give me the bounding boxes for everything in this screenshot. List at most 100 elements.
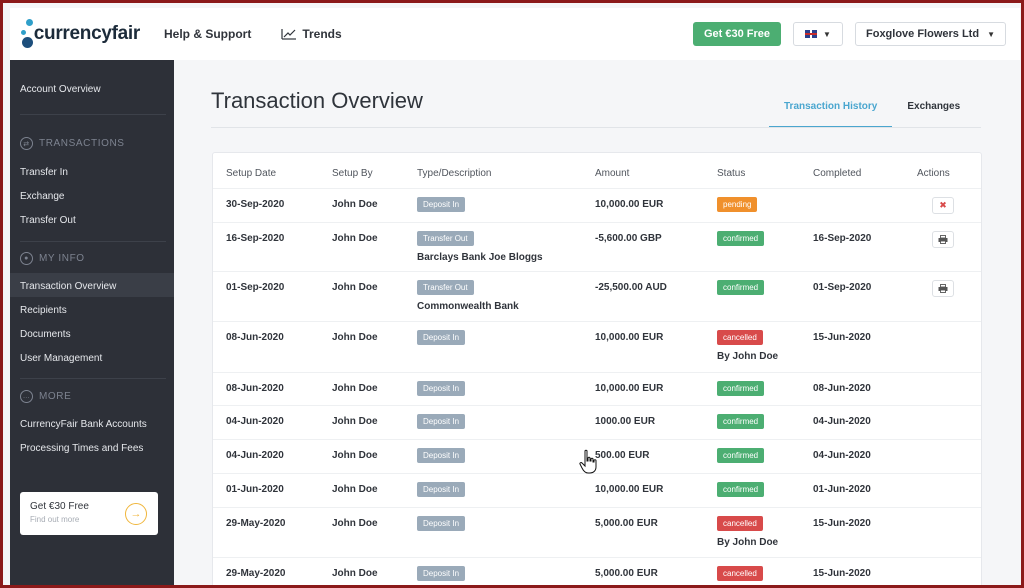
trends-label: Trends bbox=[302, 27, 342, 41]
promo-subtitle: Find out more bbox=[30, 515, 80, 524]
print-button[interactable] bbox=[932, 231, 954, 248]
type-tag: Deposit In bbox=[417, 414, 466, 429]
promo-card[interactable]: Get €30 Free Find out more → bbox=[20, 492, 158, 535]
sidebar-item-user-management[interactable]: User Management bbox=[20, 353, 102, 364]
amount: 10,000.00 EUR bbox=[595, 199, 664, 210]
col-header-setup-by[interactable]: Setup By bbox=[332, 168, 373, 179]
amount: 10,000.00 EUR bbox=[595, 484, 664, 495]
status-note: By John Doe bbox=[717, 351, 779, 362]
cancel-button[interactable]: ✖ bbox=[932, 197, 954, 214]
setup-date: 04-Jun-2020 bbox=[226, 416, 284, 427]
table-row: 08-Jun-2020 John Doe Deposit In 10,000.00 E… bbox=[213, 321, 981, 372]
setup-date: 29-May-2020 bbox=[226, 568, 286, 579]
sidebar-item-processing-times[interactable]: Processing Times and Fees bbox=[20, 443, 143, 454]
tabs: Transaction History Exchanges bbox=[769, 93, 975, 128]
setup-date: 16-Sep-2020 bbox=[226, 233, 285, 244]
sidebar-section-my-info: ● MY INFO bbox=[20, 252, 85, 265]
setup-by: John Doe bbox=[332, 233, 378, 244]
help-support-link[interactable]: Help & Support bbox=[164, 27, 251, 41]
completed-date: 04-Jun-2020 bbox=[813, 416, 871, 427]
setup-date: 29-May-2020 bbox=[226, 518, 286, 529]
page-title: Transaction Overview bbox=[211, 88, 423, 113]
amount: 5,000.00 EUR bbox=[595, 518, 658, 529]
sidebar-section-transactions: ⇄ TRANSACTIONS bbox=[20, 137, 125, 150]
setup-by: John Doe bbox=[332, 383, 378, 394]
setup-date: 08-Jun-2020 bbox=[226, 383, 284, 394]
type-tag: Deposit In bbox=[417, 197, 466, 212]
setup-by: John Doe bbox=[332, 484, 378, 495]
arrow-right-icon[interactable]: → bbox=[125, 503, 147, 525]
completed-date: 15-Jun-2020 bbox=[813, 568, 871, 579]
status-badge: cancelled bbox=[717, 566, 763, 581]
print-button[interactable] bbox=[932, 280, 954, 297]
status-badge: confirmed bbox=[717, 231, 765, 246]
logo[interactable]: currencyfair bbox=[20, 17, 140, 51]
amount: 500.00 EUR bbox=[595, 450, 650, 461]
uk-flag-icon bbox=[805, 30, 818, 38]
sidebar: Account Overview ⇄ TRANSACTIONS Transfer… bbox=[10, 60, 174, 585]
setup-date: 01-Jun-2020 bbox=[226, 484, 284, 495]
amount: -25,500.00 AUD bbox=[595, 282, 667, 293]
tab-transaction-history[interactable]: Transaction History bbox=[769, 93, 893, 128]
trends-link[interactable]: Trends bbox=[281, 27, 342, 41]
tab-exchanges[interactable]: Exchanges bbox=[892, 93, 975, 128]
company-select[interactable]: Foxglove Flowers Ltd ▼ bbox=[855, 22, 1006, 46]
type-tag: Deposit In bbox=[417, 330, 466, 345]
status-badge: cancelled bbox=[717, 330, 763, 345]
col-header-setup-date[interactable]: Setup Date bbox=[226, 168, 276, 179]
type-tag: Deposit In bbox=[417, 482, 466, 497]
sidebar-item-account-overview[interactable]: Account Overview bbox=[20, 84, 101, 95]
transactions-table: Setup Date Setup By Type/Description Amo… bbox=[212, 152, 982, 585]
table-row: 29-May-2020 John Doe Deposit In 5,000.00 EU… bbox=[213, 507, 981, 557]
sidebar-item-exchange[interactable]: Exchange bbox=[20, 191, 64, 202]
section-label: MORE bbox=[39, 391, 72, 402]
section-label: TRANSACTIONS bbox=[39, 138, 125, 149]
amount: 5,000.00 EUR bbox=[595, 568, 658, 579]
amount: -5,600.00 GBP bbox=[595, 233, 662, 244]
app-window: currencyfair Help & Support Trends Get €… bbox=[0, 0, 1024, 588]
sidebar-item-transfer-in[interactable]: Transfer In bbox=[20, 167, 68, 178]
top-right-controls: Get €30 Free ▼ Foxglove Flowers Ltd ▼ bbox=[692, 22, 1006, 46]
amount: 10,000.00 EUR bbox=[595, 332, 664, 343]
status-badge: confirmed bbox=[717, 280, 765, 295]
setup-by: John Doe bbox=[332, 568, 378, 579]
completed-date: 15-Jun-2020 bbox=[813, 332, 871, 343]
col-header-status[interactable]: Status bbox=[717, 168, 745, 179]
type-description: Commonwealth Bank bbox=[417, 301, 519, 312]
setup-by: John Doe bbox=[332, 282, 378, 293]
sidebar-divider bbox=[20, 114, 166, 115]
transactions-icon: ⇄ bbox=[20, 137, 33, 150]
sidebar-divider bbox=[20, 378, 166, 379]
setup-date: 08-Jun-2020 bbox=[226, 332, 284, 343]
sidebar-item-bank-accounts[interactable]: CurrencyFair Bank Accounts bbox=[20, 419, 147, 430]
sidebar-item-transaction-overview[interactable]: Transaction Overview bbox=[20, 281, 116, 292]
setup-by: John Doe bbox=[332, 332, 378, 343]
help-support-label: Help & Support bbox=[164, 27, 252, 41]
col-header-completed[interactable]: Completed bbox=[813, 168, 861, 179]
col-header-type[interactable]: Type/Description bbox=[417, 168, 491, 179]
status-badge: pending bbox=[717, 197, 758, 212]
table-row: 29-May-2020 John Doe Deposit In 5,000.00 EU… bbox=[213, 557, 981, 585]
table-row: 01-Sep-2020 John Doe Transfer Out Commonwea… bbox=[213, 271, 981, 321]
sidebar-item-transfer-out[interactable]: Transfer Out bbox=[20, 215, 76, 226]
printer-icon bbox=[938, 284, 948, 293]
status-badge: cancelled bbox=[717, 516, 763, 531]
table-header: Setup Date Setup By Type/Description Amo… bbox=[213, 153, 981, 189]
language-select[interactable]: ▼ bbox=[793, 22, 843, 46]
top-bar: currencyfair Help & Support Trends Get €… bbox=[10, 8, 1020, 60]
setup-by: John Doe bbox=[332, 518, 378, 529]
completed-date: 01-Jun-2020 bbox=[813, 484, 871, 495]
col-header-amount[interactable]: Amount bbox=[595, 168, 629, 179]
logo-mark-icon bbox=[20, 17, 33, 51]
amount: 1000.00 EUR bbox=[595, 416, 656, 427]
completed-date: 15-Jun-2020 bbox=[813, 518, 871, 529]
chevron-down-icon: ▼ bbox=[987, 29, 995, 39]
table-row: 01-Jun-2020 John Doe Deposit In 10,000.00 E… bbox=[213, 473, 981, 507]
sidebar-item-recipients[interactable]: Recipients bbox=[20, 305, 67, 316]
chevron-down-icon: ▼ bbox=[823, 29, 831, 39]
sidebar-item-documents[interactable]: Documents bbox=[20, 329, 71, 340]
close-x-icon: ✖ bbox=[939, 200, 947, 210]
more-icon: … bbox=[20, 390, 33, 403]
get-30-free-button[interactable]: Get €30 Free bbox=[692, 22, 781, 46]
trend-chart-icon bbox=[281, 29, 297, 40]
